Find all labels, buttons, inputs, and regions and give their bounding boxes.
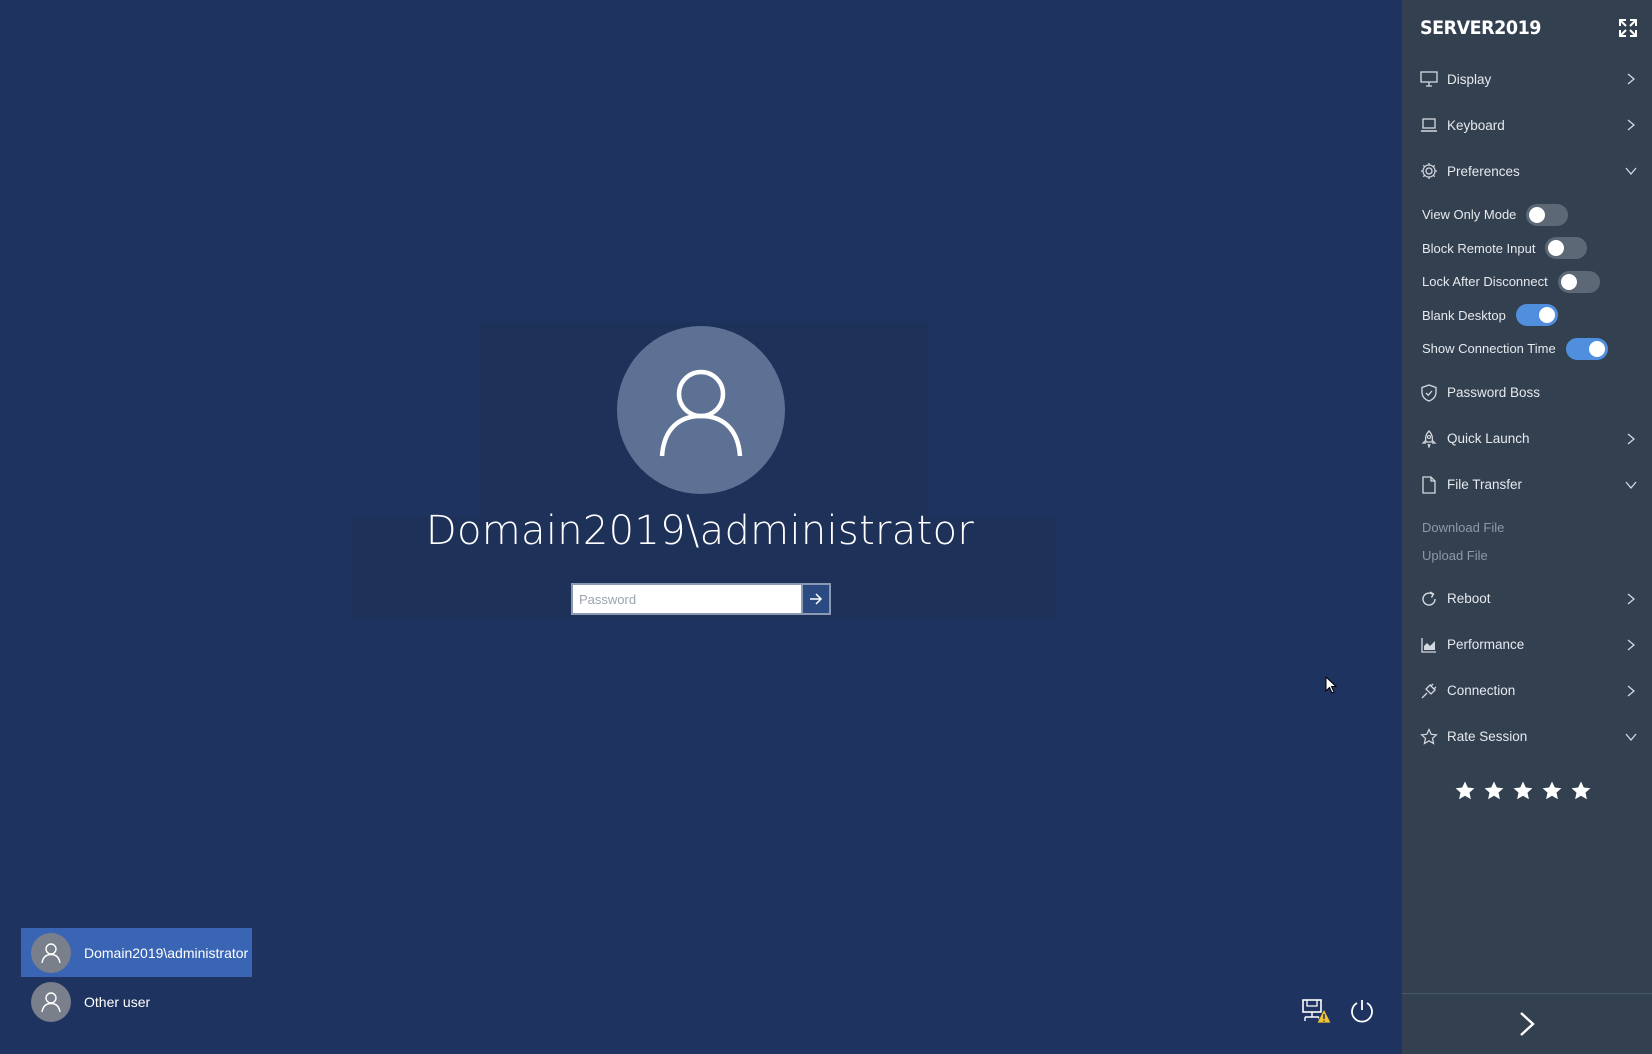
menu-password-boss[interactable]: Password Boss — [1402, 370, 1652, 416]
menu-label: Performance — [1447, 637, 1525, 652]
menu-reboot[interactable]: Reboot — [1402, 576, 1652, 622]
menu-label: Connection — [1447, 683, 1516, 698]
user-item-other[interactable]: Other user — [21, 977, 252, 1026]
star-icon[interactable] — [1512, 780, 1534, 802]
menu-keyboard[interactable]: Keyboard — [1402, 102, 1652, 148]
chevron-down-icon — [1624, 730, 1638, 744]
system-tray — [1300, 995, 1378, 1027]
chevron-down-icon — [1624, 478, 1638, 492]
chart-icon — [1420, 636, 1438, 654]
menu-label: Keyboard — [1447, 117, 1505, 133]
pref-label: View Only Mode — [1422, 207, 1517, 223]
rating-stars — [1402, 780, 1652, 802]
menu-label: Preferences — [1447, 163, 1520, 179]
panel-title: SERVER2019 — [1420, 17, 1541, 39]
menu-file-transfer[interactable]: File Transfer — [1402, 462, 1652, 508]
menu-display[interactable]: Display — [1402, 56, 1652, 102]
chevron-right-icon — [1624, 684, 1638, 698]
user-icon — [41, 991, 61, 1012]
chevron-right-icon — [1624, 638, 1638, 652]
network-warning-icon — [1302, 999, 1331, 1024]
refresh-icon — [1420, 590, 1438, 608]
pref-blank-desktop: Blank Desktop — [1402, 299, 1652, 333]
user-item-administrator[interactable]: Domain2019\administrator — [21, 928, 252, 977]
star-icon[interactable] — [1570, 780, 1592, 802]
avatar — [31, 981, 71, 1022]
menu-rate-session[interactable]: Rate Session — [1402, 714, 1652, 760]
pref-show-connection-time: Show Connection Time — [1402, 332, 1652, 366]
arrow-right-icon — [810, 593, 823, 605]
mouse-cursor-icon — [1325, 675, 1338, 699]
menu-label: Display — [1447, 71, 1492, 87]
monitor-icon — [1420, 70, 1438, 88]
user-list: Domain2019\administrator Other user — [21, 928, 252, 1026]
password-input[interactable] — [571, 583, 803, 615]
menu-label: Password Boss — [1447, 385, 1541, 400]
star-icon[interactable] — [1483, 780, 1505, 802]
menu-label: Reboot — [1447, 591, 1491, 606]
rocket-icon — [1420, 429, 1438, 448]
block-remote-input-toggle[interactable] — [1545, 237, 1588, 260]
view-only-mode-toggle[interactable] — [1526, 203, 1569, 226]
login-screen: Domain2019\administrator Domain2019\admi… — [0, 0, 1402, 1054]
user-avatar-large — [617, 326, 785, 494]
star-icon[interactable] — [1454, 780, 1476, 802]
file-transfer-submenu: Download File Upload File — [1402, 508, 1652, 576]
chevron-right-icon — [1624, 72, 1638, 86]
menu-preferences[interactable]: Preferences — [1402, 148, 1652, 194]
chevron-right-icon — [1624, 432, 1638, 446]
submit-button[interactable] — [803, 583, 831, 615]
avatar — [31, 932, 71, 973]
download-file-item[interactable]: Download File — [1402, 514, 1652, 542]
remote-session: Domain2019\administrator Domain2019\admi… — [0, 0, 1652, 1054]
pref-lock-after-disconnect: Lock After Disconnect — [1402, 265, 1652, 299]
power-button[interactable] — [1346, 995, 1378, 1027]
fullscreen-button[interactable] — [1616, 16, 1640, 40]
show-connection-time-toggle[interactable] — [1565, 337, 1608, 360]
password-field-group — [571, 583, 831, 615]
user-item-label: Other user — [84, 993, 151, 1010]
menu-label: File Transfer — [1447, 477, 1523, 492]
blank-desktop-toggle[interactable] — [1515, 304, 1558, 327]
user-icon — [659, 369, 743, 457]
laptop-icon — [1420, 116, 1438, 134]
file-icon — [1420, 475, 1438, 494]
network-warning-button[interactable] — [1300, 995, 1332, 1027]
collapse-panel-button[interactable] — [1402, 993, 1652, 1054]
upload-file-item[interactable]: Upload File — [1402, 542, 1652, 570]
chevron-right-icon — [1624, 118, 1638, 132]
panel-header: SERVER2019 — [1402, 0, 1652, 56]
user-icon — [41, 942, 61, 963]
chevron-right-icon — [1520, 1012, 1535, 1036]
preferences-list: View Only Mode Block Remote Input Lock A… — [1402, 194, 1652, 366]
pref-label: Lock After Disconnect — [1422, 274, 1548, 290]
pref-block-remote-input: Block Remote Input — [1402, 232, 1652, 266]
shield-icon — [1420, 383, 1438, 402]
chevron-right-icon — [1624, 592, 1638, 606]
expand-icon — [1619, 19, 1637, 37]
user-item-label: Domain2019\administrator — [84, 944, 249, 961]
menu-connection[interactable]: Connection — [1402, 668, 1652, 714]
star-outline-icon — [1420, 727, 1438, 746]
pref-label: Block Remote Input — [1422, 240, 1536, 256]
pref-label: Show Connection Time — [1422, 341, 1556, 357]
menu-label: Rate Session — [1447, 729, 1528, 744]
pref-label: Blank Desktop — [1422, 307, 1506, 323]
login-username: Domain2019\administrator — [425, 508, 975, 554]
plug-icon — [1420, 682, 1438, 700]
menu-label: Quick Launch — [1447, 431, 1530, 446]
menu-quick-launch[interactable]: Quick Launch — [1402, 416, 1652, 462]
session-side-panel: SERVER2019 Display Keyboard Preferences … — [1402, 0, 1652, 1054]
lock-after-disconnect-toggle[interactable] — [1557, 270, 1600, 293]
gear-icon — [1420, 162, 1438, 180]
chevron-down-icon — [1624, 164, 1638, 178]
menu-performance[interactable]: Performance — [1402, 622, 1652, 668]
star-icon[interactable] — [1541, 780, 1563, 802]
pref-view-only-mode: View Only Mode — [1402, 198, 1652, 232]
power-icon — [1351, 1000, 1373, 1023]
